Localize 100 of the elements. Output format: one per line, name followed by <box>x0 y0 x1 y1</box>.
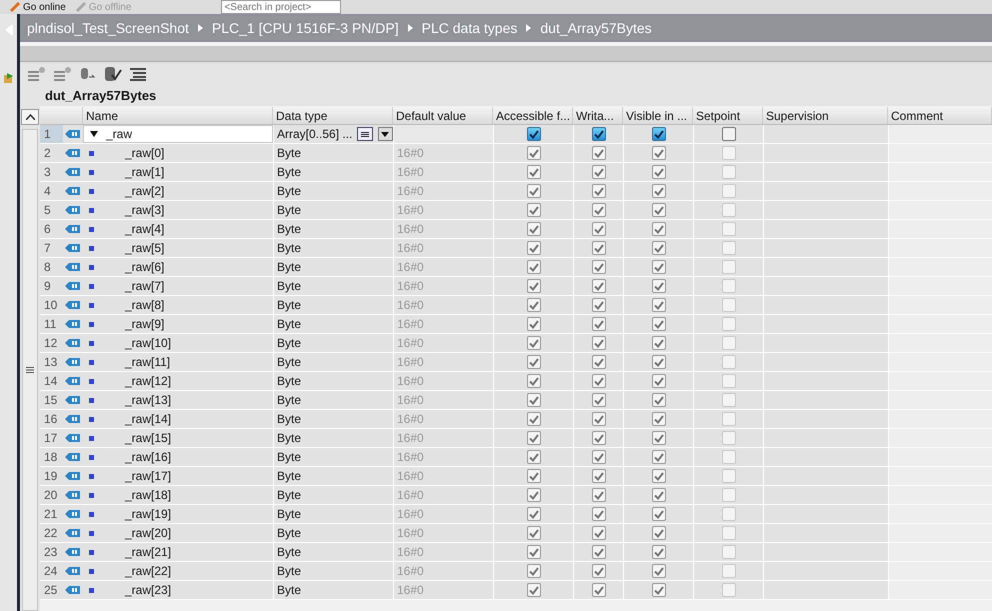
list-view-icon[interactable] <box>130 67 146 81</box>
column-header[interactable]: Data type <box>273 107 393 124</box>
checkbox[interactable] <box>592 127 606 141</box>
checkbox[interactable] <box>722 184 736 198</box>
checkbox[interactable] <box>722 146 736 160</box>
checkbox[interactable] <box>722 564 736 578</box>
checkbox[interactable] <box>526 317 540 331</box>
search-field[interactable]: <Search in project> <box>221 0 342 14</box>
checkbox[interactable] <box>722 507 736 521</box>
checkbox[interactable] <box>526 203 540 217</box>
checkbox[interactable] <box>526 431 540 445</box>
checkbox[interactable] <box>526 165 540 179</box>
column-header[interactable]: Visible in ... <box>623 107 693 124</box>
database-check-icon[interactable] <box>104 66 122 82</box>
checkbox[interactable] <box>526 336 540 350</box>
checkbox[interactable] <box>592 545 606 559</box>
dropdown-caret-icon[interactable] <box>378 127 393 141</box>
insert-row-icon[interactable] <box>28 67 46 81</box>
checkbox[interactable] <box>652 355 666 369</box>
checkbox[interactable] <box>652 450 666 464</box>
checkbox[interactable] <box>722 583 736 597</box>
checkbox[interactable] <box>722 393 736 407</box>
checkbox[interactable] <box>592 203 606 217</box>
checkbox[interactable] <box>652 412 666 426</box>
checkbox[interactable] <box>526 279 540 293</box>
column-header[interactable]: Accessible f... <box>493 107 573 124</box>
checkbox[interactable] <box>722 374 736 388</box>
checkbox[interactable] <box>592 241 606 255</box>
checkbox[interactable] <box>722 203 736 217</box>
checkbox[interactable] <box>652 336 666 350</box>
checkbox[interactable] <box>592 146 606 160</box>
checkbox[interactable] <box>592 165 606 179</box>
checkbox[interactable] <box>722 127 736 141</box>
checkbox[interactable] <box>652 507 666 521</box>
checkbox[interactable] <box>722 355 736 369</box>
checkbox[interactable] <box>722 488 736 502</box>
checkbox[interactable] <box>526 393 540 407</box>
checkbox[interactable] <box>526 469 540 483</box>
checkbox[interactable] <box>652 374 666 388</box>
checkbox[interactable] <box>592 317 606 331</box>
checkbox[interactable] <box>652 241 666 255</box>
checkbox[interactable] <box>652 526 666 540</box>
checkbox[interactable] <box>592 184 606 198</box>
checkbox[interactable] <box>722 412 736 426</box>
scroll-up-button[interactable] <box>21 109 39 125</box>
column-header[interactable]: Writa... <box>573 107 623 124</box>
checkbox[interactable] <box>652 431 666 445</box>
splitter-handle[interactable] <box>22 129 38 611</box>
checkbox[interactable] <box>526 184 540 198</box>
column-header[interactable]: Name <box>83 107 273 124</box>
database-icon[interactable] <box>80 67 96 81</box>
checkbox[interactable] <box>592 298 606 312</box>
checkbox[interactable] <box>652 583 666 597</box>
checkbox[interactable] <box>652 279 666 293</box>
checkbox[interactable] <box>592 507 606 521</box>
column-header[interactable]: Comment <box>888 107 992 124</box>
checkbox[interactable] <box>526 222 540 236</box>
checkbox[interactable] <box>526 526 540 540</box>
column-header[interactable]: Supervision <box>763 107 888 124</box>
checkbox[interactable] <box>526 507 540 521</box>
checkbox[interactable] <box>526 450 540 464</box>
checkbox[interactable] <box>722 241 736 255</box>
checkbox[interactable] <box>652 564 666 578</box>
checkbox[interactable] <box>592 564 606 578</box>
checkbox[interactable] <box>526 374 540 388</box>
checkbox[interactable] <box>652 184 666 198</box>
checkbox[interactable] <box>526 127 540 141</box>
checkbox[interactable] <box>652 393 666 407</box>
checkbox[interactable] <box>592 355 606 369</box>
checkbox[interactable] <box>652 298 666 312</box>
toolbar-button[interactable]: Go online <box>10 0 66 14</box>
checkbox[interactable] <box>652 260 666 274</box>
checkbox[interactable] <box>526 488 540 502</box>
checkbox[interactable] <box>722 431 736 445</box>
checkbox[interactable] <box>526 355 540 369</box>
checkbox[interactable] <box>592 450 606 464</box>
checkbox[interactable] <box>592 222 606 236</box>
checkbox[interactable] <box>722 260 736 274</box>
checkbox[interactable] <box>592 431 606 445</box>
checkbox[interactable] <box>722 450 736 464</box>
checkbox[interactable] <box>526 545 540 559</box>
column-header[interactable]: Setpoint <box>693 107 763 124</box>
checkbox[interactable] <box>722 165 736 179</box>
checkbox[interactable] <box>592 393 606 407</box>
checkbox[interactable] <box>652 203 666 217</box>
checkbox[interactable] <box>722 469 736 483</box>
checkbox[interactable] <box>592 336 606 350</box>
collapse-triangle-icon[interactable] <box>90 131 98 137</box>
list-icon[interactable] <box>357 127 373 141</box>
checkbox[interactable] <box>526 260 540 274</box>
checkbox[interactable] <box>722 336 736 350</box>
checkbox[interactable] <box>526 298 540 312</box>
checkbox[interactable] <box>592 412 606 426</box>
checkbox[interactable] <box>722 279 736 293</box>
checkbox[interactable] <box>652 469 666 483</box>
add-row-icon[interactable] <box>54 67 72 81</box>
checkbox[interactable] <box>526 146 540 160</box>
checkbox[interactable] <box>722 298 736 312</box>
checkbox[interactable] <box>652 127 666 141</box>
checkbox[interactable] <box>526 412 540 426</box>
